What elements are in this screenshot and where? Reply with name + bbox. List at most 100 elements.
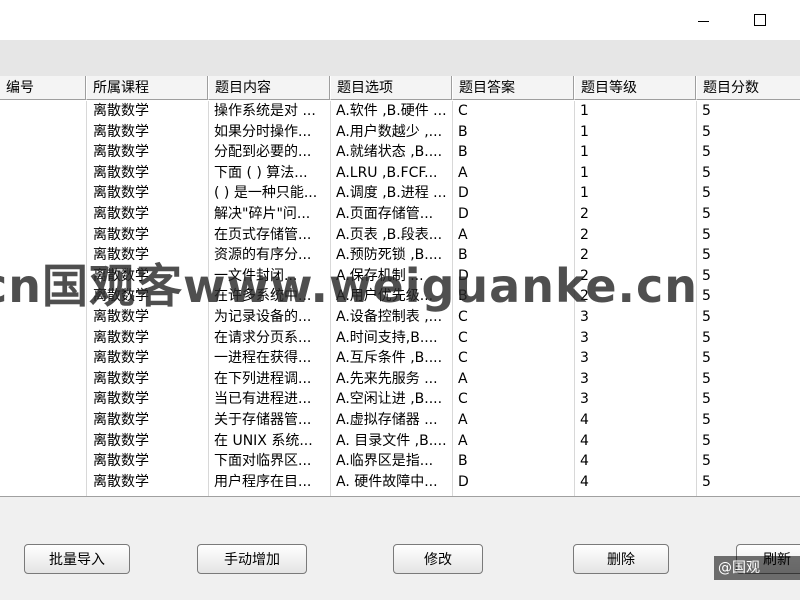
cell-course[interactable]: 离散数学 (86, 101, 208, 121)
cell-id[interactable] (0, 101, 86, 121)
cell-options[interactable]: A.用户数越少 ,... (330, 122, 452, 142)
cell-options[interactable]: A.时间支持,B.... (330, 328, 452, 348)
cell-course[interactable]: 离散数学 (86, 204, 208, 224)
cell-id[interactable] (0, 286, 86, 306)
cell-course[interactable]: 离散数学 (86, 225, 208, 245)
cell-course[interactable]: 离散数学 (86, 410, 208, 430)
cell-options[interactable]: A. 硬件故障中... (330, 472, 452, 492)
cell-score[interactable]: 5 (696, 472, 800, 492)
cell-level[interactable]: 2 (574, 266, 696, 286)
cell-id[interactable] (0, 142, 86, 162)
cell-course[interactable]: 离散数学 (86, 122, 208, 142)
cell-options[interactable]: A.先来先服务 ... (330, 369, 452, 389)
cell-content[interactable]: 在页式存储管... (208, 225, 330, 245)
cell-content[interactable]: 用户程序在目... (208, 472, 330, 492)
cell-score[interactable]: 5 (696, 266, 800, 286)
cell-answer[interactable]: B (452, 286, 574, 306)
cell-score[interactable]: 5 (696, 183, 800, 203)
cell-answer[interactable]: C (452, 348, 574, 368)
cell-answer[interactable]: A (452, 431, 574, 451)
table-row[interactable]: 离散数学 如果分时操作... A.用户数越少 ,... B 1 5 (0, 122, 800, 143)
cell-options[interactable]: A.就绪状态 ,B.... (330, 142, 452, 162)
cell-id[interactable] (0, 389, 86, 409)
cell-level[interactable]: 3 (574, 348, 696, 368)
cell-answer[interactable]: C (452, 389, 574, 409)
cell-course[interactable]: 离散数学 (86, 451, 208, 471)
cell-options[interactable]: A.虚拟存储器 ... (330, 410, 452, 430)
table-row[interactable]: 离散数学( ) 是一种只能... A.调度 ,B.进程 ... D 1 5 (0, 183, 800, 204)
cell-course[interactable]: 离散数学 (86, 369, 208, 389)
cell-id[interactable] (0, 225, 86, 245)
cell-id[interactable] (0, 451, 86, 471)
table-row[interactable]: 离散数学 在请求分页系... A.时间支持,B.... C 3 5 (0, 328, 800, 349)
cell-answer[interactable]: A (452, 369, 574, 389)
cell-level[interactable]: 4 (574, 410, 696, 430)
cell-level[interactable]: 2 (574, 286, 696, 306)
cell-score[interactable]: 5 (696, 122, 800, 142)
cell-score[interactable]: 5 (696, 307, 800, 327)
cell-content[interactable]: 在 UNIX 系统... (208, 431, 330, 451)
cell-content[interactable]: 为记录设备的... (208, 307, 330, 327)
cell-score[interactable]: 5 (696, 225, 800, 245)
cell-course[interactable]: 离散数学 (86, 245, 208, 265)
table-row[interactable]: 离散数学 为记录设备的... A.设备控制表 ,... C 3 5 (0, 307, 800, 328)
cell-content[interactable]: 资源的有序分... (208, 245, 330, 265)
cell-options[interactable]: A.LRU ,B.FCF... (330, 163, 452, 183)
cell-course[interactable]: 离散数学 (86, 328, 208, 348)
cell-options[interactable]: A.预防死锁 ,B.... (330, 245, 452, 265)
cell-id[interactable] (0, 369, 86, 389)
cell-options[interactable]: A.临界区是指... (330, 451, 452, 471)
cell-score[interactable]: 5 (696, 163, 800, 183)
cell-answer[interactable]: A (452, 225, 574, 245)
cell-score[interactable]: 5 (696, 410, 800, 430)
cell-content[interactable]: 下面 ( ) 算法... (208, 163, 330, 183)
cell-score[interactable]: 5 (696, 286, 800, 306)
cell-level[interactable]: 2 (574, 245, 696, 265)
column-header-id[interactable]: 编号 (0, 76, 86, 100)
cell-id[interactable] (0, 122, 86, 142)
cell-content[interactable]: 如果分时操作... (208, 122, 330, 142)
cell-content[interactable]: 一文件封闭... (208, 266, 330, 286)
cell-answer[interactable]: A (452, 163, 574, 183)
cell-level[interactable]: 2 (574, 225, 696, 245)
cell-answer[interactable]: B (452, 451, 574, 471)
cell-id[interactable] (0, 204, 86, 224)
cell-course[interactable]: 离散数学 (86, 307, 208, 327)
cell-id[interactable] (0, 431, 86, 451)
cell-content[interactable]: 操作系统是对 ... (208, 101, 330, 121)
cell-answer[interactable]: C (452, 328, 574, 348)
table-row[interactable]: 离散数学 在许多系统中... A.用户优先级... B 2 5 (0, 286, 800, 307)
cell-id[interactable] (0, 472, 86, 492)
cell-course[interactable]: 离散数学 (86, 286, 208, 306)
cell-id[interactable] (0, 410, 86, 430)
cell-content[interactable]: 在请求分页系... (208, 328, 330, 348)
cell-answer[interactable]: C (452, 307, 574, 327)
cell-score[interactable]: 5 (696, 142, 800, 162)
cell-course[interactable]: 离散数学 (86, 142, 208, 162)
cell-options[interactable]: A.调度 ,B.进程 ... (330, 183, 452, 203)
batch-import-button[interactable]: 批量导入 (24, 544, 130, 574)
edit-button[interactable]: 修改 (393, 544, 483, 574)
cell-id[interactable] (0, 183, 86, 203)
cell-level[interactable]: 3 (574, 307, 696, 327)
cell-content[interactable]: 分配到必要的... (208, 142, 330, 162)
cell-content[interactable]: 当已有进程进... (208, 389, 330, 409)
cell-answer[interactable]: D (452, 472, 574, 492)
cell-answer[interactable]: D (452, 266, 574, 286)
cell-score[interactable]: 5 (696, 204, 800, 224)
column-header-score[interactable]: 题目分数 (696, 76, 800, 100)
cell-score[interactable]: 5 (696, 431, 800, 451)
cell-content[interactable]: 解决"碎片"问... (208, 204, 330, 224)
cell-level[interactable]: 1 (574, 101, 696, 121)
cell-content[interactable]: 一进程在获得... (208, 348, 330, 368)
cell-level[interactable]: 2 (574, 204, 696, 224)
column-header-course[interactable]: 所属课程 (86, 76, 208, 100)
cell-content[interactable]: 关于存储器管... (208, 410, 330, 430)
cell-course[interactable]: 离散数学 (86, 348, 208, 368)
cell-options[interactable]: A.软件 ,B.硬件 ... (330, 101, 452, 121)
column-header-options[interactable]: 题目选项 (330, 76, 452, 100)
table-row[interactable]: 离散数学 当已有进程进... A.空闲让进 ,B.... C 3 5 (0, 389, 800, 410)
cell-level[interactable]: 1 (574, 163, 696, 183)
cell-options[interactable]: A.用户优先级... (330, 286, 452, 306)
cell-options[interactable]: A.保存机制 ... (330, 266, 452, 286)
